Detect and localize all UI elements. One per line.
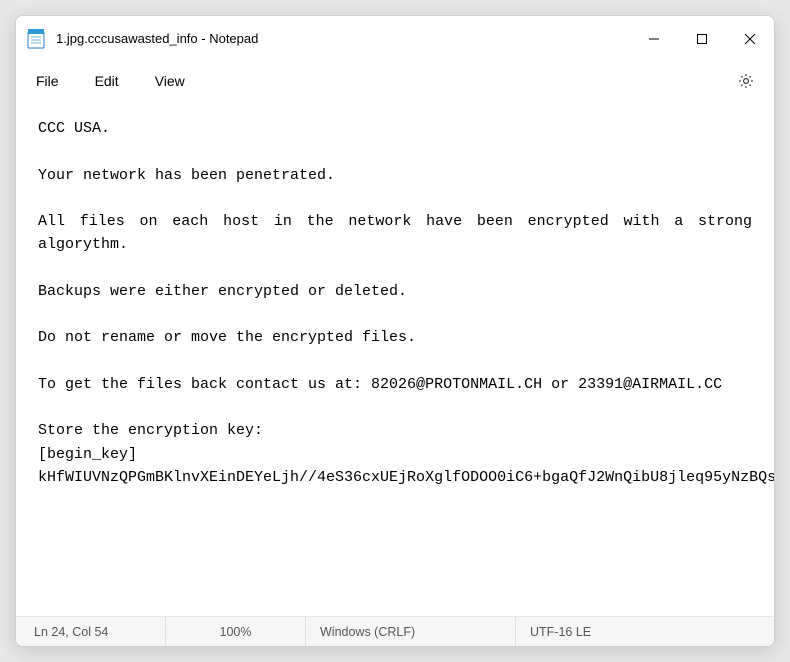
window-title: 1.jpg.cccusawasted_info - Notepad xyxy=(56,31,258,46)
menu-view[interactable]: View xyxy=(137,67,203,95)
notepad-icon xyxy=(27,29,45,49)
status-zoom: 100% xyxy=(166,617,306,646)
close-button[interactable] xyxy=(726,16,774,61)
statusbar: Ln 24, Col 54 100% Windows (CRLF) UTF-16… xyxy=(16,616,774,646)
text-editor[interactable]: CCC USA. Your network has been penetrate… xyxy=(16,101,774,616)
app-icon-wrap xyxy=(16,29,56,49)
status-cursor: Ln 24, Col 54 xyxy=(16,617,166,646)
notepad-window: 1.jpg.cccusawasted_info - Notepad File E… xyxy=(15,15,775,647)
menubar: File Edit View xyxy=(16,61,774,101)
menu-edit[interactable]: Edit xyxy=(77,67,137,95)
titlebar: 1.jpg.cccusawasted_info - Notepad xyxy=(16,16,774,61)
status-line-ending: Windows (CRLF) xyxy=(306,617,516,646)
minimize-button[interactable] xyxy=(630,16,678,61)
maximize-button[interactable] xyxy=(678,16,726,61)
gear-icon xyxy=(737,72,755,90)
menu-file[interactable]: File xyxy=(18,67,77,95)
status-encoding: UTF-16 LE xyxy=(516,617,774,646)
settings-button[interactable] xyxy=(726,61,766,101)
